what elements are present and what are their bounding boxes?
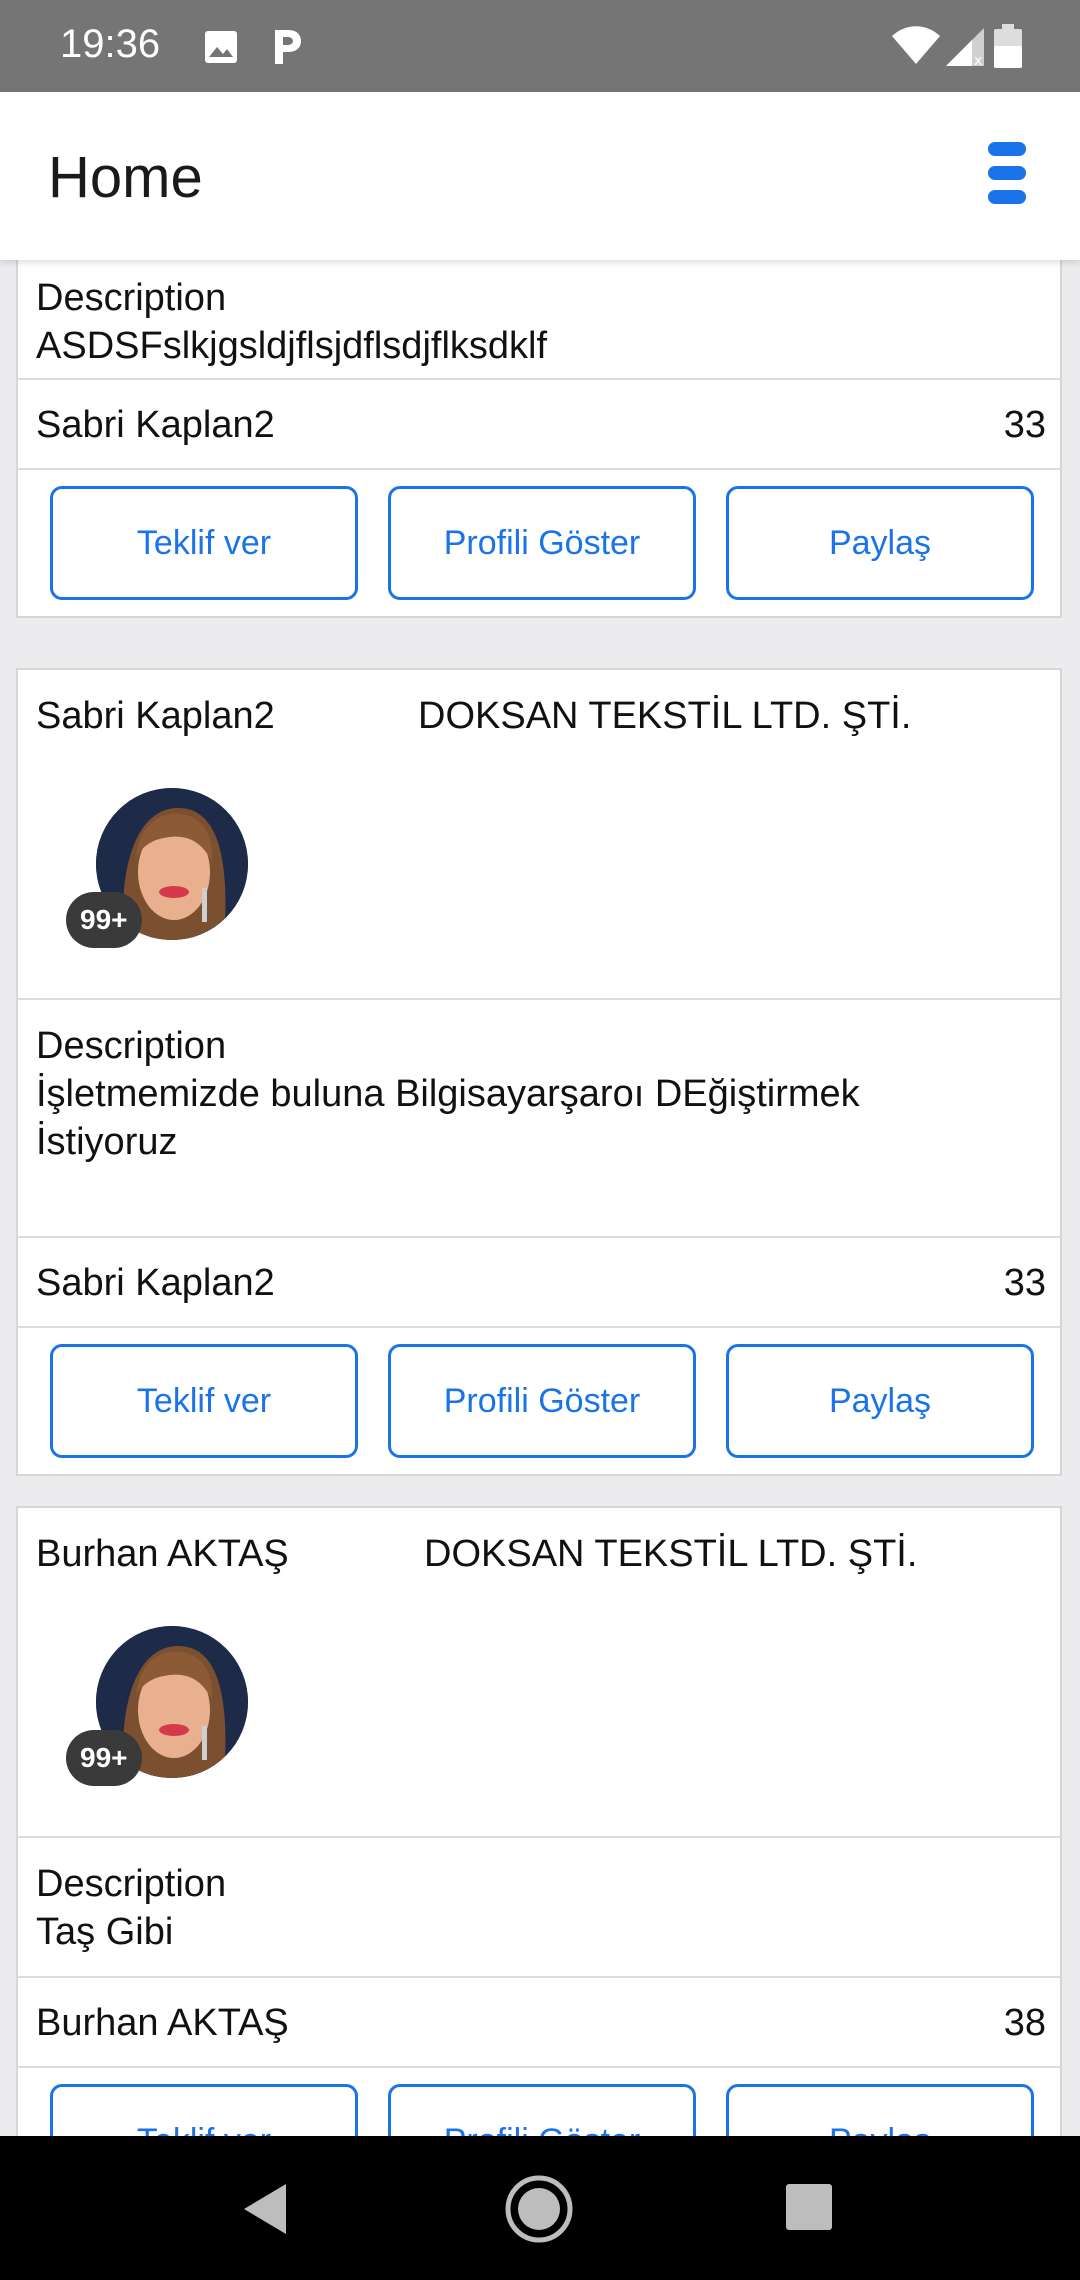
offer-button[interactable]: Teklif ver [50,1344,358,1458]
action-row: Teklif ver Profili Göster Paylaş [18,1328,1060,1474]
card-header: Sabri Kaplan2 DOKSAN TEKSTİL LTD. ŞTİ. 9… [18,670,1060,1000]
battery-icon [994,24,1022,68]
description-label: Description [36,1025,227,1067]
avatar[interactable]: 99+ [66,788,252,948]
show-profile-button[interactable]: Profili Göster [388,1344,696,1458]
wifi-icon [892,26,940,64]
share-button[interactable]: Paylaş [726,1344,1034,1458]
action-row: Teklif ver Profili Göster Paylaş [18,2068,1060,2136]
description-section: Description İşletmemizde buluna Bilgisay… [18,1000,1060,1238]
count-value: 38 [1003,2002,1046,2044]
page-title: Home [48,145,203,210]
action-row: Teklif ver Profili Göster Paylaş [18,470,1060,616]
offer-button[interactable]: Teklif ver [50,2084,358,2136]
description-text: İşletmemizde buluna Bilgisayarşarоı DEği… [36,1073,860,1163]
image-icon [205,31,237,63]
notification-badge: 99+ [66,892,142,948]
card-header: Burhan AKTAŞ DOKSAN TEKSTİL LTD. ŞTİ. 99… [18,1508,1060,1838]
owner-row: Sabri Kaplan2 33 [18,1238,1060,1328]
app-bar: Home [0,92,1080,260]
description-label: Description [36,1863,227,1905]
signal-icon: x [946,28,984,66]
avatar[interactable]: 99+ [66,1626,252,1786]
owner-name: Sabri Kaplan2 [36,1262,275,1304]
back-icon[interactable] [240,2182,290,2236]
menu-icon[interactable] [974,140,1038,206]
listing-card: Burhan AKTAŞ DOKSAN TEKSTİL LTD. ŞTİ. 99… [16,1506,1062,2136]
notification-badge: 99+ [66,1730,142,1786]
listing-card: Description ASDSFslkjgsldjflsjdflsdjflks… [16,260,1062,618]
description-label: Description [36,277,227,319]
parking-icon [275,30,301,64]
count-value: 33 [1003,1262,1046,1304]
share-button[interactable]: Paylaş [726,486,1034,600]
company-name: DOKSAN TEKSTİL LTD. ŞTİ. [418,695,912,737]
show-profile-button[interactable]: Profili Göster [388,2084,696,2136]
description-section: Description ASDSFslkjgsldjflsjdflsdjflks… [18,260,1060,380]
svg-text:x: x [974,53,982,66]
listing-card: Sabri Kaplan2 DOKSAN TEKSTİL LTD. ŞTİ. 9… [16,668,1062,1476]
recents-icon[interactable] [786,2184,832,2230]
status-time: 19:36 [60,22,161,66]
owner-name: Burhan AKTAŞ [36,1533,289,1575]
listing-feed[interactable]: Description ASDSFslkjgsldjflsjdflsdjflks… [0,260,1080,2136]
show-profile-button[interactable]: Profili Göster [388,486,696,600]
description-text: ASDSFslkjgsldjflsjdflsdjflksdklf [36,325,548,367]
owner-name: Sabri Kaplan2 [36,404,275,446]
description-section: Description Taş Gibi [18,1838,1060,1978]
owner-name: Sabri Kaplan2 [36,695,275,737]
share-button[interactable]: Paylaş [726,2084,1034,2136]
owner-row: Burhan AKTAŞ 38 [18,1978,1060,2068]
status-bar: 19:36 x [0,0,1080,92]
navigation-bar [0,2136,1080,2280]
owner-row: Sabri Kaplan2 33 [18,380,1060,470]
home-icon[interactable] [504,2174,574,2244]
company-name: DOKSAN TEKSTİL LTD. ŞTİ. [424,1533,918,1575]
count-value: 33 [1003,404,1046,446]
owner-name: Burhan AKTAŞ [36,2002,289,2044]
offer-button[interactable]: Teklif ver [50,486,358,600]
description-text: Taş Gibi [36,1911,174,1953]
